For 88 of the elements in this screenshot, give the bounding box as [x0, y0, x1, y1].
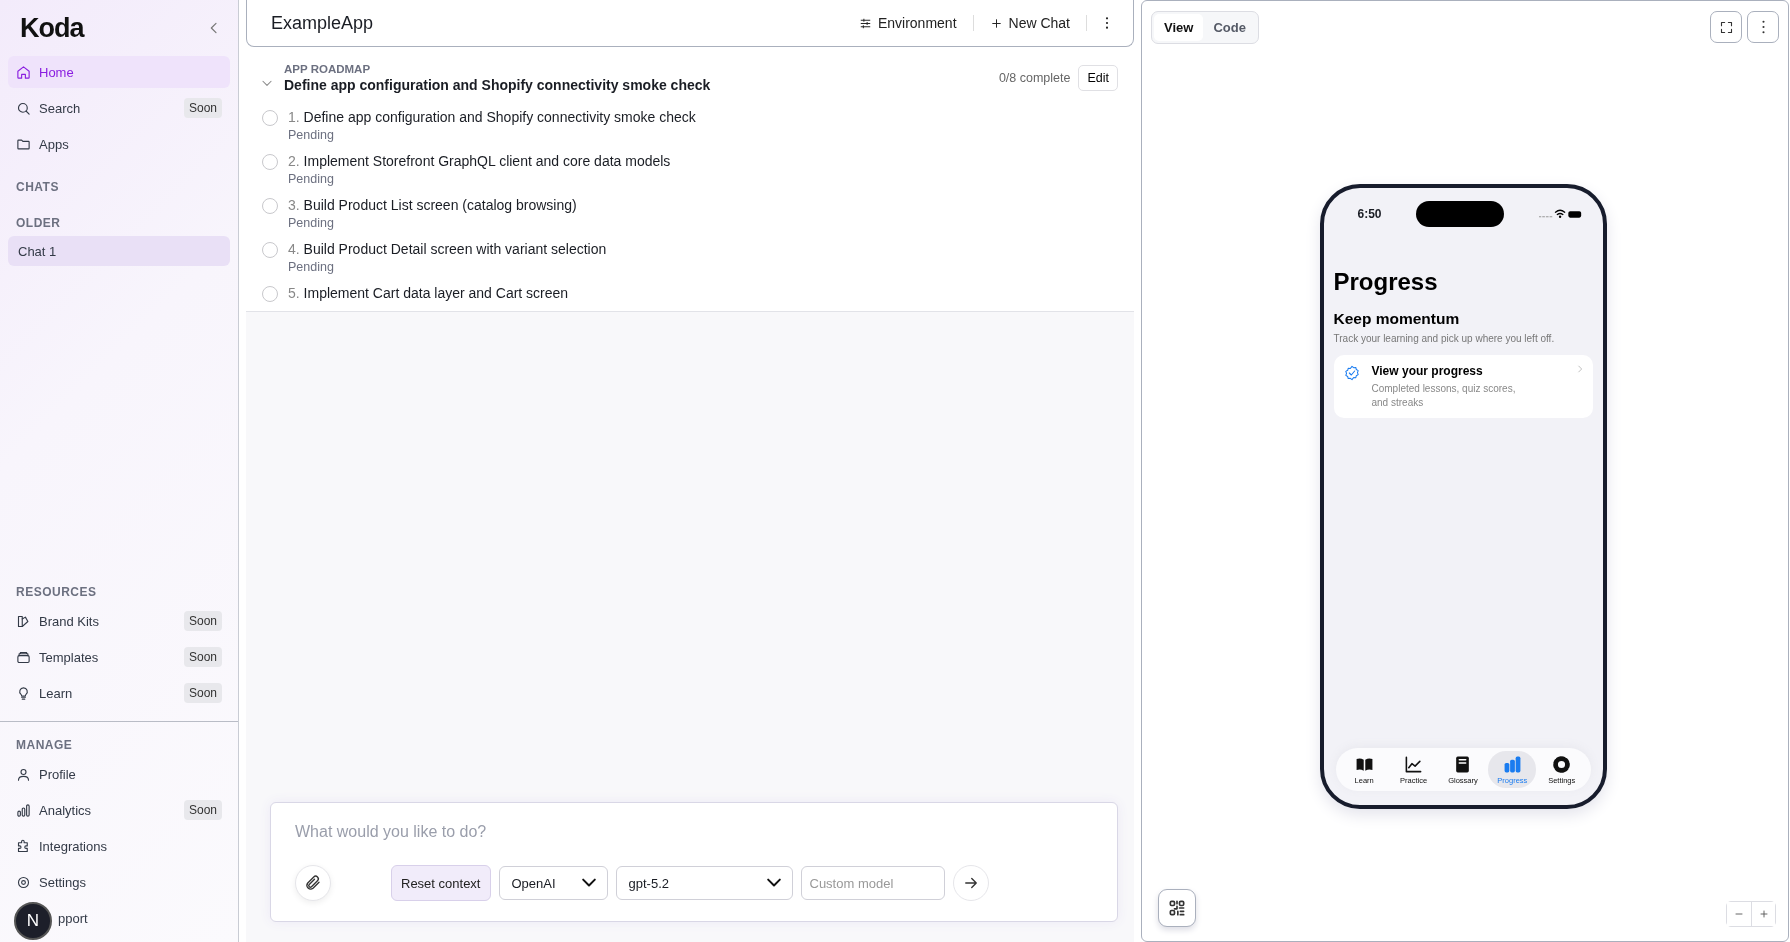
step-status: Pending — [288, 172, 335, 186]
book-icon — [1354, 755, 1374, 774]
qr-code-icon — [1167, 898, 1187, 918]
sliders-icon — [858, 16, 872, 30]
folder-icon — [16, 136, 31, 152]
section-subtitle: Track your learning and pick up where you left off. — [1333, 333, 1556, 344]
card-title: View your progress — [1371, 364, 1484, 378]
nav-label: Profile — [39, 766, 77, 782]
nav-label: Apps — [39, 136, 70, 152]
nav-label: Search — [39, 100, 82, 116]
view-tab[interactable]: Code — [1203, 14, 1256, 41]
tray-icon — [16, 649, 31, 665]
nav-label: Settings — [39, 874, 87, 890]
home-icon — [16, 64, 31, 80]
app-title: ExampleApp — [271, 12, 375, 34]
nav-item[interactable]: Learn Soon — [8, 677, 230, 709]
soon-badge: Soon — [183, 800, 222, 820]
logo: Koda — [20, 12, 84, 44]
expand-icon — [1718, 19, 1734, 35]
step-status: Pending — [288, 128, 335, 142]
nav-item[interactable]: Templates Soon — [8, 641, 230, 673]
puzzle-icon — [16, 838, 31, 854]
line-chart-icon — [1404, 755, 1424, 774]
soon-badge: Soon — [183, 98, 222, 118]
more-options-button[interactable] — [1747, 11, 1779, 43]
status-icons-drawing — [1538, 208, 1583, 220]
person-icon — [16, 766, 31, 782]
nav-label: Learn — [39, 685, 74, 701]
section-heading: RESOURCES — [15, 584, 98, 601]
nav-label: pport — [58, 910, 89, 926]
nav-item[interactable]: pport — [58, 902, 230, 934]
more-options-icon — [1761, 20, 1765, 34]
soon-badge: Soon — [183, 647, 222, 667]
provider-select[interactable]: OpenAI — [498, 866, 608, 900]
model-select[interactable]: gpt-5.2 — [615, 866, 793, 900]
nav-label: Integrations — [39, 838, 108, 854]
card-description: Completed lessons, quiz scores, and streaks — [1371, 382, 1517, 409]
soon-badge: Soon — [183, 683, 222, 703]
roadmap-title: Define app configuration and Shopify connectivity smoke check — [284, 77, 712, 93]
attach-button[interactable] — [295, 865, 331, 901]
nav-item[interactable]: Integrations — [8, 830, 230, 862]
reset-context-button[interactable]: Reset context — [391, 865, 491, 901]
group-heading: OLDER — [15, 215, 62, 232]
zoom-in-button[interactable] — [1751, 902, 1775, 926]
paperclip-icon — [304, 874, 322, 892]
nav-item[interactable]: Analytics Soon — [8, 794, 230, 826]
environment-button[interactable]: Environment — [850, 11, 965, 35]
status-time: 6:50 — [1357, 207, 1382, 221]
nav-label: Home — [39, 64, 75, 80]
bar-chart-icon — [16, 802, 31, 818]
verified-badge-icon — [1343, 365, 1360, 381]
fullscreen-button[interactable] — [1710, 11, 1742, 43]
section-heading: CHATS — [15, 179, 60, 196]
qr-code-button[interactable] — [1158, 889, 1196, 927]
bar-chart-icon — [1502, 755, 1522, 774]
nav-item[interactable]: Brand Kits Soon — [8, 605, 230, 637]
nav-label: Brand Kits — [39, 613, 100, 629]
step-title: 1. Define app configuration and Shopify connectivity smoke check — [288, 109, 696, 125]
nav-item[interactable]: Search Soon — [8, 92, 230, 124]
send-button[interactable] — [952, 865, 989, 901]
progress-card[interactable]: View your progress Completed lessons, quiz scores, and streaks — [1333, 355, 1593, 418]
nav-item[interactable]: Apps — [8, 128, 230, 160]
nav-item[interactable]: Profile — [8, 758, 230, 790]
avatar[interactable]: N — [14, 902, 52, 940]
new-chat-button[interactable]: New Chat — [981, 11, 1078, 35]
view-tab[interactable]: View — [1154, 14, 1204, 41]
custom-model-input[interactable]: Custom model — [800, 866, 945, 900]
section-heading: Keep momentum — [1333, 310, 1461, 328]
lightbulb-icon — [16, 685, 31, 701]
roadmap-label: APP ROADMAP — [284, 63, 372, 75]
step-title: 5. Implement Cart data layer and Cart screen — [288, 285, 569, 301]
nav-label: Templates — [39, 649, 100, 665]
step-status: Pending — [288, 260, 335, 274]
chat-item[interactable]: Chat 1 — [8, 236, 230, 266]
step-title: 3. Build Product List screen (catalog browsing) — [288, 197, 577, 213]
screen-title: Progress — [1333, 268, 1439, 296]
nav-label: Analytics — [39, 802, 93, 818]
plus-icon — [989, 16, 1003, 30]
progress-count: 0/8 complete — [998, 71, 1071, 85]
step-status: Pending — [288, 216, 335, 230]
nav-item[interactable]: Home — [8, 56, 230, 88]
search-icon — [16, 100, 31, 116]
nav-item[interactable]: Settings — [8, 866, 230, 898]
edit-button[interactable]: Edit — [1078, 65, 1118, 91]
step-title: 2. Implement Storefront GraphQL client and core data models — [288, 153, 671, 169]
section-heading: MANAGE — [15, 737, 74, 754]
step-title: 4. Build Product Detail screen with variant selection — [288, 241, 607, 257]
soon-badge: Soon — [183, 611, 222, 631]
